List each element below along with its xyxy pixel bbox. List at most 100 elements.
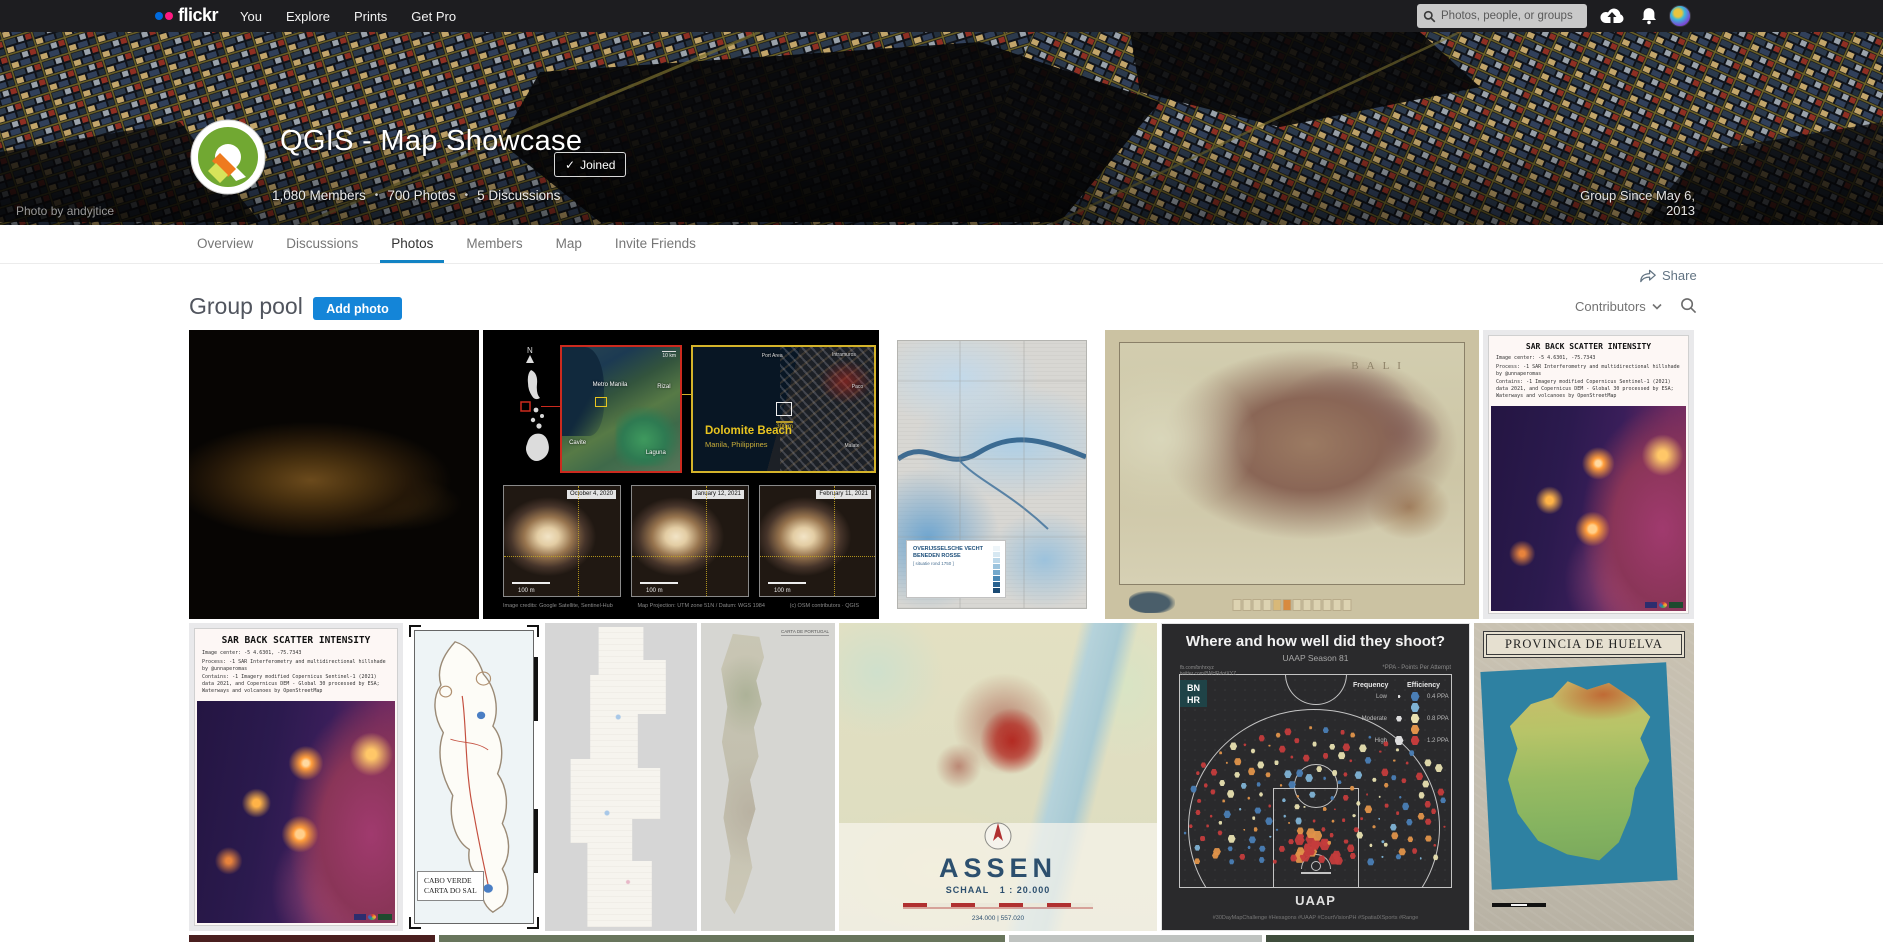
chart-subtitle: UAAP Season 81 [1162, 653, 1469, 663]
nav-item-explore[interactable]: Explore [286, 9, 330, 24]
map-title: CARTA DE PORTUGAL [781, 629, 829, 636]
contributors-dropdown[interactable]: Contributors [1575, 299, 1662, 314]
top-navbar: flickr You Explore Prints Get Pro [0, 0, 1883, 32]
dot-separator: • [375, 190, 379, 201]
satellite-crop-1: October 4, 2020 100 m [503, 485, 621, 597]
user-avatar[interactable] [1669, 5, 1691, 27]
map-title-box: PROVINCIA DE HUELVA [1483, 631, 1685, 658]
photo-uaap-shot-chart[interactable]: Where and how well did they shoot? UAAP … [1161, 623, 1470, 931]
sheet-mosaic [551, 627, 691, 927]
banner-photo-credit: Photo by andyjtice [16, 204, 114, 218]
legend-color-ramp [993, 546, 1000, 593]
joined-label: Joined [580, 158, 615, 172]
tab-discussions[interactable]: Discussions [286, 225, 358, 263]
notifications-bell-icon[interactable] [1640, 6, 1658, 26]
photo-huelva-elevation-map[interactable]: PROVINCIA DE HUELVA [1474, 623, 1694, 931]
bali-map-frame: BALI [1119, 342, 1465, 585]
photo-map-sheet-mosaic[interactable] [545, 623, 697, 931]
photo-tile-partial[interactable] [1266, 935, 1694, 942]
bali-inset-minimap [1129, 591, 1175, 613]
pool-search-button[interactable] [1680, 297, 1697, 319]
photo-dolomite-beach[interactable]: N 10 km Metro Manila Rizal Cavite Laguna… [483, 330, 879, 619]
sea-rectangle [1480, 662, 1677, 889]
locator-line-red [541, 406, 560, 407]
main-nav: You Explore Prints Get Pro [240, 0, 456, 32]
compass-icon [981, 819, 1015, 853]
photo-sar-backscatter-small[interactable]: SAR BACK SCATTER INTENSITY Image center:… [1483, 330, 1694, 619]
qgis-logo-icon [190, 119, 266, 195]
photo-assen-topo-map[interactable]: ASSEN SCHAAL 1 : 20.000 234.000 | 557.02… [839, 623, 1157, 931]
ppa-note: *PPA - Points Per Attempt [1382, 665, 1451, 671]
map-legend: OVERIJSSELSCHE VECHT BENEDEN ROSSE [ sit… [906, 540, 1006, 598]
shot-chart-legend: Frequency Efficiency Low 0.4 PPA Moderat… [1353, 680, 1453, 746]
group-since: Group Since May 6, 2013 [1565, 188, 1695, 218]
flickr-group-page: flickr You Explore Prints Get Pro [0, 0, 1883, 942]
province-shape [1495, 673, 1663, 871]
dot-separator: • [465, 190, 469, 201]
tab-members[interactable]: Members [466, 225, 522, 263]
photo-bali-vintage-map[interactable]: BALI [1105, 330, 1479, 619]
photo-dark-relief[interactable] [189, 330, 479, 619]
satellite-crop-2: January 12, 2021 100 m [631, 485, 749, 597]
league-label: UAAP [1162, 893, 1469, 908]
bali-label: BALI [1351, 360, 1409, 372]
tab-map[interactable]: Map [556, 225, 582, 263]
tab-overview[interactable]: Overview [197, 225, 253, 263]
share-button[interactable]: Share [1640, 268, 1697, 283]
photo-tile-partial[interactable] [1009, 935, 1262, 942]
logo-text: flickr [178, 5, 218, 26]
search-icon [1423, 10, 1436, 23]
bnhr-logo: BN HR [1180, 680, 1207, 707]
satellite-crop-3: February 11, 2021 100 m [759, 485, 876, 597]
social-links: fb.com/bnhrxyz twitter.com/BNHRdotXYZ [1180, 665, 1236, 677]
flickr-logo[interactable]: flickr [155, 5, 218, 26]
photos-count: 700 Photos [387, 188, 455, 203]
nav-item-prints[interactable]: Prints [354, 9, 387, 24]
group-tabbar: Overview Discussions Photos Members Map … [0, 225, 1883, 263]
philippines-silhouette: N [509, 344, 557, 476]
search-icon [1680, 297, 1697, 314]
joined-button[interactable]: ✓ Joined [554, 152, 626, 177]
flood-map: OVERIJSSELSCHE VECHT BENEDEN ROSSE [ sit… [897, 340, 1087, 609]
portugal-shape [711, 631, 789, 923]
logo-dot-pink-icon [165, 12, 173, 20]
group-banner: Photo by andyjtice QGIS - Map Showcase ✓… [0, 32, 1883, 225]
manila-overview-inset: 10 km Metro Manila Rizal Cavite Laguna [560, 345, 682, 473]
sar-map [1491, 406, 1686, 612]
navbar-search[interactable] [1417, 4, 1587, 28]
tab-invite-friends[interactable]: Invite Friends [615, 225, 696, 263]
sar-map [197, 701, 395, 924]
scale-bar [903, 903, 1093, 907]
city-name: ASSEN [939, 853, 1057, 884]
logo-dot-blue-icon [155, 12, 163, 20]
search-input[interactable] [1441, 10, 1581, 22]
share-icon [1640, 269, 1656, 283]
nav-item-getpro[interactable]: Get Pro [411, 9, 456, 24]
page-title: Group pool [189, 293, 303, 320]
nav-item-you[interactable]: You [240, 9, 262, 24]
chart-title: Where and how well did they shoot? [1162, 633, 1469, 650]
members-count: 1,080 Members [272, 188, 366, 203]
tab-photos[interactable]: Photos [391, 225, 433, 263]
photo-tile-partial[interactable] [439, 935, 1005, 942]
map-credits: Image credits: Google Satellite, Sentine… [483, 603, 879, 609]
photo-carta-de-portugal[interactable]: CARTA DE PORTUGAL [701, 623, 835, 931]
photo-vecht-map[interactable]: OVERIJSSELSCHE VECHT BENEDEN ROSSE [ sit… [883, 330, 1101, 619]
assen-title-block: ASSEN SCHAAL 1 : 20.000 234.000 | 557.02… [839, 823, 1157, 931]
photo-cabo-verde-sal[interactable]: CABO VERDE CARTA DO SAL [407, 623, 541, 931]
hashtags: #30DayMapChallenge #Hexagons #UAAP #Cour… [1162, 915, 1469, 921]
map-title-box: CABO VERDE CARTA DO SAL [417, 871, 484, 901]
chevron-down-icon [1652, 303, 1662, 310]
contributors-label: Contributors [1575, 299, 1646, 314]
group-avatar[interactable] [190, 119, 266, 195]
photo-tile-partial[interactable] [189, 935, 435, 942]
upload-cloud-icon[interactable] [1598, 6, 1626, 26]
bali-legend-strip [1233, 599, 1352, 611]
svg-text:N: N [527, 346, 533, 355]
share-label: Share [1662, 268, 1697, 283]
map-coordinates: 234.000 | 557.020 [972, 915, 1024, 922]
add-photo-button[interactable]: Add photo [313, 297, 402, 320]
scale-bar [1492, 903, 1546, 907]
city-buildings [928, 648, 1081, 817]
photo-sar-backscatter-large[interactable]: SAR BACK SCATTER INTENSITY Image center:… [189, 623, 403, 931]
